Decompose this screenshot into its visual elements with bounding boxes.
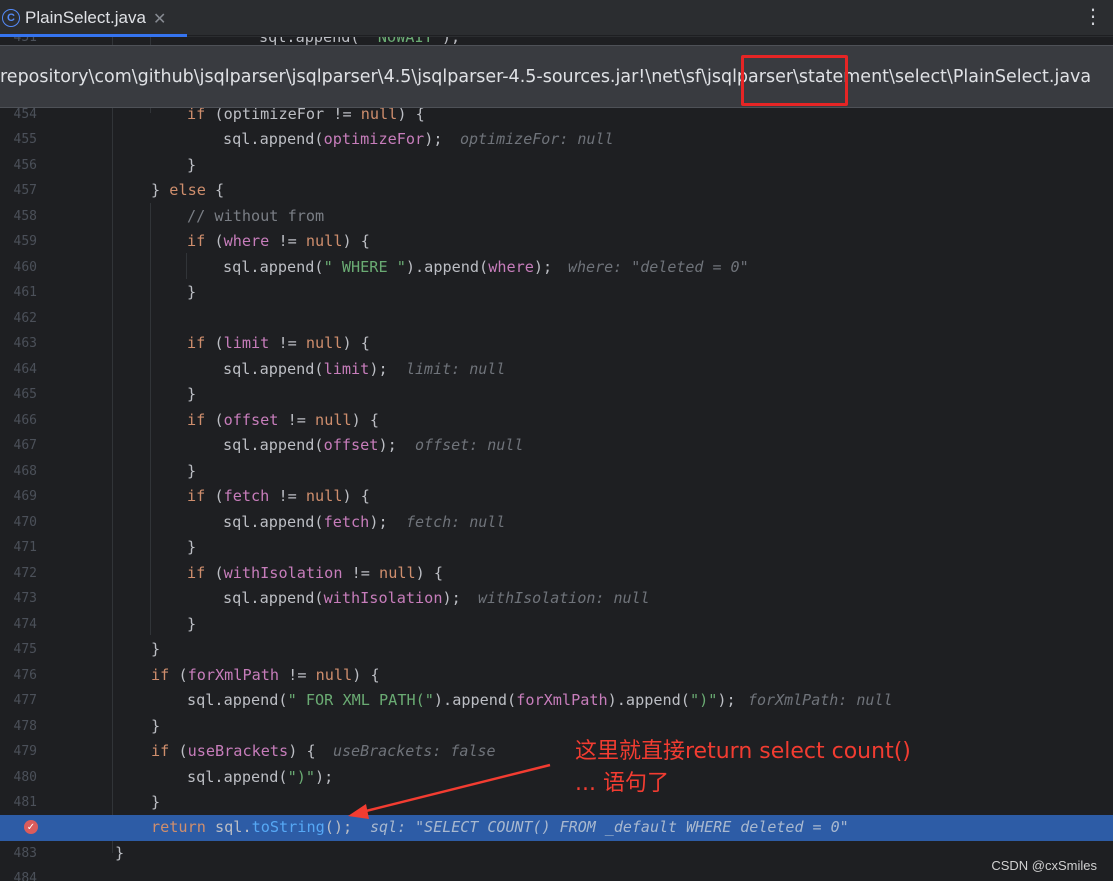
annotation-line-2: ... 语句了 [575,771,669,796]
annotation-line-1: 这里就直接return select count() [575,739,911,764]
annotation-text: 这里就直接return select count() ... 语句了 [575,736,911,800]
watermark: CSDN @cxSmiles [991,858,1097,873]
annotation-arrow [348,763,551,819]
